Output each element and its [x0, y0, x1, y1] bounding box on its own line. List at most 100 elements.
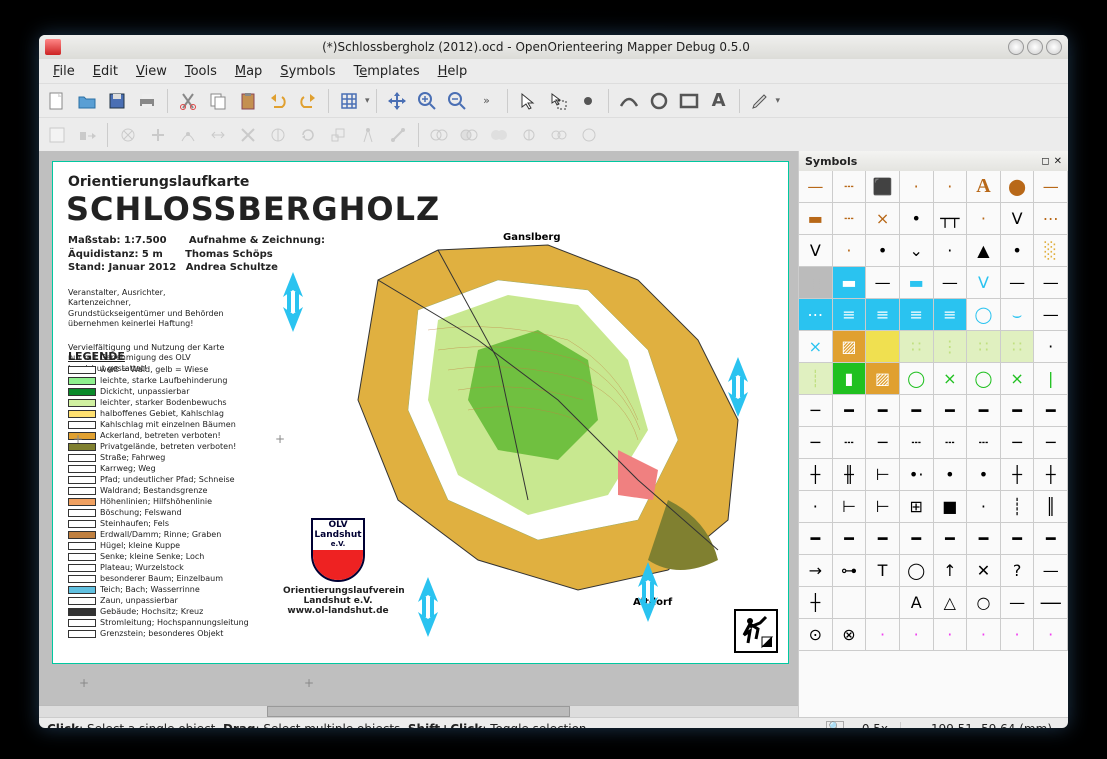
symbol-cell[interactable]: ━ — [866, 395, 900, 427]
symbol-cell[interactable]: ━ — [1001, 523, 1035, 555]
tool-b13[interactable] — [455, 121, 483, 149]
symbol-cell[interactable]: ━ — [833, 395, 867, 427]
symbol-cell[interactable]: ─ — [799, 427, 833, 459]
symbol-cell[interactable]: ◯ — [900, 555, 934, 587]
symbol-cell[interactable]: ▲ — [967, 235, 1001, 267]
symbol-cell[interactable]: · — [967, 491, 1001, 523]
tool-b2[interactable] — [73, 121, 101, 149]
symbol-cell[interactable]: ≡ — [900, 299, 934, 331]
symbol-cell[interactable]: — — [1034, 171, 1068, 203]
pan-button[interactable] — [383, 87, 411, 115]
tool-b15[interactable] — [515, 121, 543, 149]
symbol-cell[interactable]: ─ — [1034, 427, 1068, 459]
symbol-cell[interactable]: T — [866, 555, 900, 587]
zoom-icon[interactable]: 🔍 — [826, 721, 844, 729]
symbol-cell[interactable]: ━ — [967, 395, 1001, 427]
symbol-cell[interactable]: ◯ — [900, 363, 934, 395]
symbol-cell[interactable]: — — [799, 171, 833, 203]
symbol-cell[interactable]: V — [1001, 203, 1035, 235]
symbol-cell[interactable]: • — [967, 459, 1001, 491]
symbol-cell[interactable]: ▦ — [799, 267, 833, 299]
zoom-out-button[interactable] — [443, 87, 471, 115]
symbol-cell[interactable]: △ — [934, 587, 968, 619]
symbol-cell[interactable]: ┄ — [967, 427, 1001, 459]
symbol-cell[interactable]: ━ — [934, 395, 968, 427]
symbol-cell[interactable]: ║ — [1034, 491, 1068, 523]
symbol-cell[interactable]: ▨ — [833, 331, 867, 363]
curve-tool[interactable] — [615, 87, 643, 115]
menu-file[interactable]: File — [45, 62, 83, 81]
select-rect-tool[interactable] — [544, 87, 572, 115]
symbol-cell[interactable]: ┄ — [833, 171, 867, 203]
symbol-cell[interactable]: × — [799, 331, 833, 363]
symbol-cell[interactable]: ─ — [1001, 427, 1035, 459]
canvas-scrollbar-h[interactable] — [39, 705, 798, 717]
symbol-cell[interactable]: ⊞ — [866, 331, 900, 363]
tool-b11[interactable] — [384, 121, 412, 149]
symbol-cell[interactable]: V — [799, 235, 833, 267]
tool-b5[interactable] — [174, 121, 202, 149]
symbol-cell[interactable]: ▬ — [833, 267, 867, 299]
tool-b12[interactable] — [425, 121, 453, 149]
symbol-cell[interactable]: •· — [900, 459, 934, 491]
panel-undock-icon[interactable]: ◻ — [1041, 156, 1049, 167]
symbol-cell[interactable]: ⋯ — [1034, 203, 1068, 235]
tool-b4[interactable] — [144, 121, 172, 149]
tool-rotate[interactable] — [294, 121, 322, 149]
maximize-button[interactable] — [1027, 39, 1043, 55]
symbol-cell[interactable]: ┼ — [799, 587, 833, 619]
symbol-cell[interactable]: A — [967, 171, 1001, 203]
pen-tool[interactable] — [746, 87, 774, 115]
symbol-cell[interactable]: · — [833, 235, 867, 267]
symbol-cell[interactable]: — — [1034, 267, 1068, 299]
symbol-cell[interactable]: ━ — [967, 523, 1001, 555]
symbol-cell[interactable]: · — [934, 619, 968, 651]
symbol-cell[interactable]: ┄ — [833, 203, 867, 235]
cut-button[interactable] — [174, 87, 202, 115]
paste-button[interactable] — [234, 87, 262, 115]
tool-scale[interactable] — [324, 121, 352, 149]
symbol-cell[interactable]: ▮ — [833, 363, 867, 395]
symbol-cell[interactable]: ─ — [799, 395, 833, 427]
symbol-cell[interactable]: ↑ — [934, 555, 968, 587]
symbol-cell[interactable]: • — [900, 203, 934, 235]
symbol-cell[interactable]: ⊢ — [866, 459, 900, 491]
symbol-cell[interactable]: ━ — [866, 523, 900, 555]
symbol-cell[interactable]: — — [1034, 587, 1068, 619]
symbol-cell[interactable]: · — [967, 619, 1001, 651]
symbol-cell[interactable]: ┼ — [1034, 459, 1068, 491]
symbol-cell[interactable]: · — [900, 171, 934, 203]
save-button[interactable] — [103, 87, 131, 115]
tool-compass[interactable] — [354, 121, 382, 149]
symbol-cell[interactable]: ━ — [900, 523, 934, 555]
text-tool[interactable]: A — [705, 87, 733, 115]
symbol-cell[interactable]: ⬤ — [1001, 171, 1035, 203]
symbol-cell[interactable]: ━ — [1001, 395, 1035, 427]
menu-symbols[interactable]: Symbols — [272, 62, 343, 81]
symbol-cell[interactable]: · — [1001, 619, 1035, 651]
symbol-cell[interactable]: • — [1001, 235, 1035, 267]
symbol-cell[interactable]: ≡ — [934, 299, 968, 331]
menu-help[interactable]: Help — [430, 62, 476, 81]
symbol-cell[interactable]: — — [934, 267, 968, 299]
symbol-cell[interactable]: — — [1001, 587, 1035, 619]
print-button[interactable] — [133, 87, 161, 115]
menu-tools[interactable]: Tools — [177, 62, 225, 81]
symbol-cell[interactable]: — — [1034, 555, 1068, 587]
symbol-cell[interactable]: ∷ — [967, 331, 1001, 363]
symbol-cell[interactable]: ┬┬ — [934, 203, 968, 235]
symbol-cell[interactable]: ┄ — [934, 427, 968, 459]
select-tool[interactable] — [514, 87, 542, 115]
symbol-cell[interactable]: ▬ — [799, 203, 833, 235]
close-button[interactable] — [1046, 39, 1062, 55]
symbol-cell[interactable]: — — [1001, 267, 1035, 299]
symbol-cell[interactable]: ┊ — [1001, 491, 1035, 523]
symbol-cell[interactable]: ┼ — [1001, 459, 1035, 491]
symbol-cell[interactable]: ┼ — [799, 459, 833, 491]
symbol-cell[interactable]: ─ — [866, 427, 900, 459]
undo-button[interactable] — [264, 87, 292, 115]
tool-b3[interactable] — [114, 121, 142, 149]
symbol-cell[interactable]: ┄ — [833, 427, 867, 459]
symbol-cell[interactable]: ○ — [967, 587, 1001, 619]
symbol-cell[interactable]: ━ — [1034, 523, 1068, 555]
